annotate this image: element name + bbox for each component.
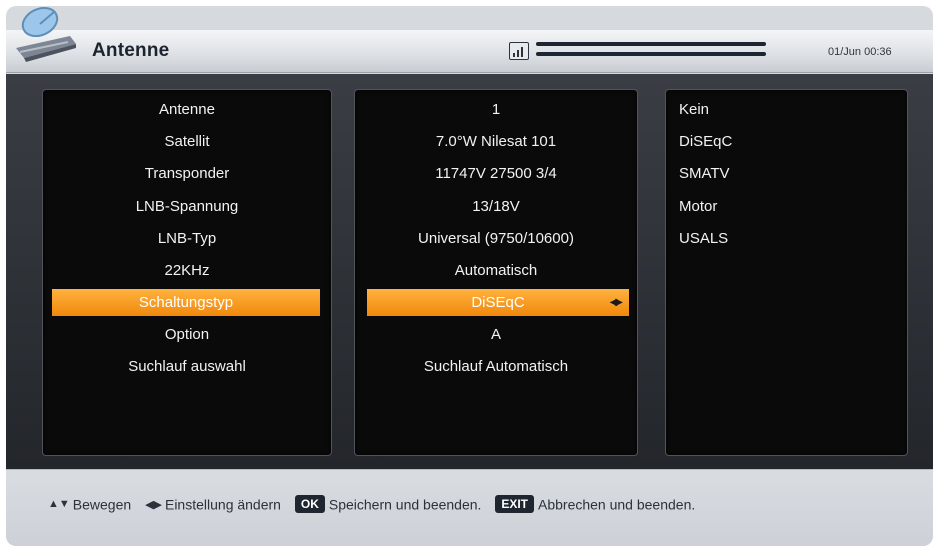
- value-option[interactable]: A: [355, 321, 637, 348]
- hint-move: Bewegen: [72, 496, 132, 513]
- left-right-arrows-icon: ◀▶: [609, 297, 623, 308]
- menu-item-lnb-spannung[interactable]: LNB-Spannung: [43, 193, 331, 220]
- menu-item-lnb-typ[interactable]: LNB-Typ: [43, 225, 331, 252]
- value-suchlauf-auswahl[interactable]: Suchlauf Automatisch: [355, 353, 637, 380]
- option-diseqc[interactable]: DiSEqC: [679, 128, 899, 155]
- option-smatv[interactable]: SMATV: [679, 160, 899, 187]
- screen-frame: Antenne 01/Jun 00:36 Antenne Satellit Tr…: [6, 6, 933, 546]
- options-panel: Kein DiSEqC SMATV Motor USALS: [665, 89, 908, 456]
- value-transponder[interactable]: 11747V 27500 3/4: [355, 160, 637, 187]
- exit-key: EXIT: [495, 495, 534, 514]
- hint-cancel: Abbrechen und beenden.: [538, 496, 696, 513]
- key-hints: ▲▼ Bewegen ◀▶ Einstellung ändern OK Speiche…: [48, 495, 696, 514]
- value-lnb-typ[interactable]: Universal (9750/10600): [355, 225, 637, 252]
- menu-area: Antenne Satellit Transponder LNB-Spannun…: [6, 74, 933, 469]
- hint-save: Speichern und beenden.: [328, 496, 482, 513]
- page-title: Antenne: [92, 40, 170, 61]
- value-satellit[interactable]: 7.0°W Nilesat 101: [355, 128, 637, 155]
- menu-item-suchlauf-auswahl[interactable]: Suchlauf auswahl: [43, 353, 331, 380]
- menu-item-transponder[interactable]: Transponder: [43, 160, 331, 187]
- signal-quality-bar: [536, 52, 766, 56]
- hint-change: Einstellung ändern: [164, 496, 281, 513]
- satellite-dish-icon: [16, 6, 76, 62]
- option-usals[interactable]: USALS: [679, 225, 899, 252]
- value-schaltungstyp-text: DiSEqC: [471, 294, 525, 311]
- menu-item-schaltungstyp[interactable]: Schaltungstyp: [52, 289, 320, 316]
- label-panel: Antenne Satellit Transponder LNB-Spannun…: [42, 89, 332, 456]
- ok-key: OK: [294, 495, 325, 514]
- signal-strength-bar: [536, 42, 766, 46]
- value-schaltungstyp[interactable]: DiSEqC ◀▶: [367, 289, 629, 316]
- value-lnb-spannung[interactable]: 13/18V: [355, 193, 637, 220]
- value-22khz[interactable]: Automatisch: [355, 257, 637, 284]
- up-down-arrows-icon: ▲▼: [48, 498, 70, 511]
- option-motor[interactable]: Motor: [679, 193, 899, 220]
- menu-item-satellit[interactable]: Satellit: [43, 128, 331, 155]
- menu-item-option[interactable]: Option: [43, 321, 331, 348]
- value-panel: 1 7.0°W Nilesat 101 11747V 27500 3/4 13/…: [354, 89, 638, 456]
- menu-item-antenne[interactable]: Antenne: [43, 96, 331, 123]
- signal-icon: [509, 42, 529, 60]
- date-time: 01/Jun 00:36: [828, 46, 892, 58]
- menu-item-22khz[interactable]: 22KHz: [43, 257, 331, 284]
- left-right-hint-icon: ◀▶: [145, 498, 162, 511]
- value-antenne[interactable]: 1: [355, 96, 637, 123]
- option-kein[interactable]: Kein: [679, 96, 899, 123]
